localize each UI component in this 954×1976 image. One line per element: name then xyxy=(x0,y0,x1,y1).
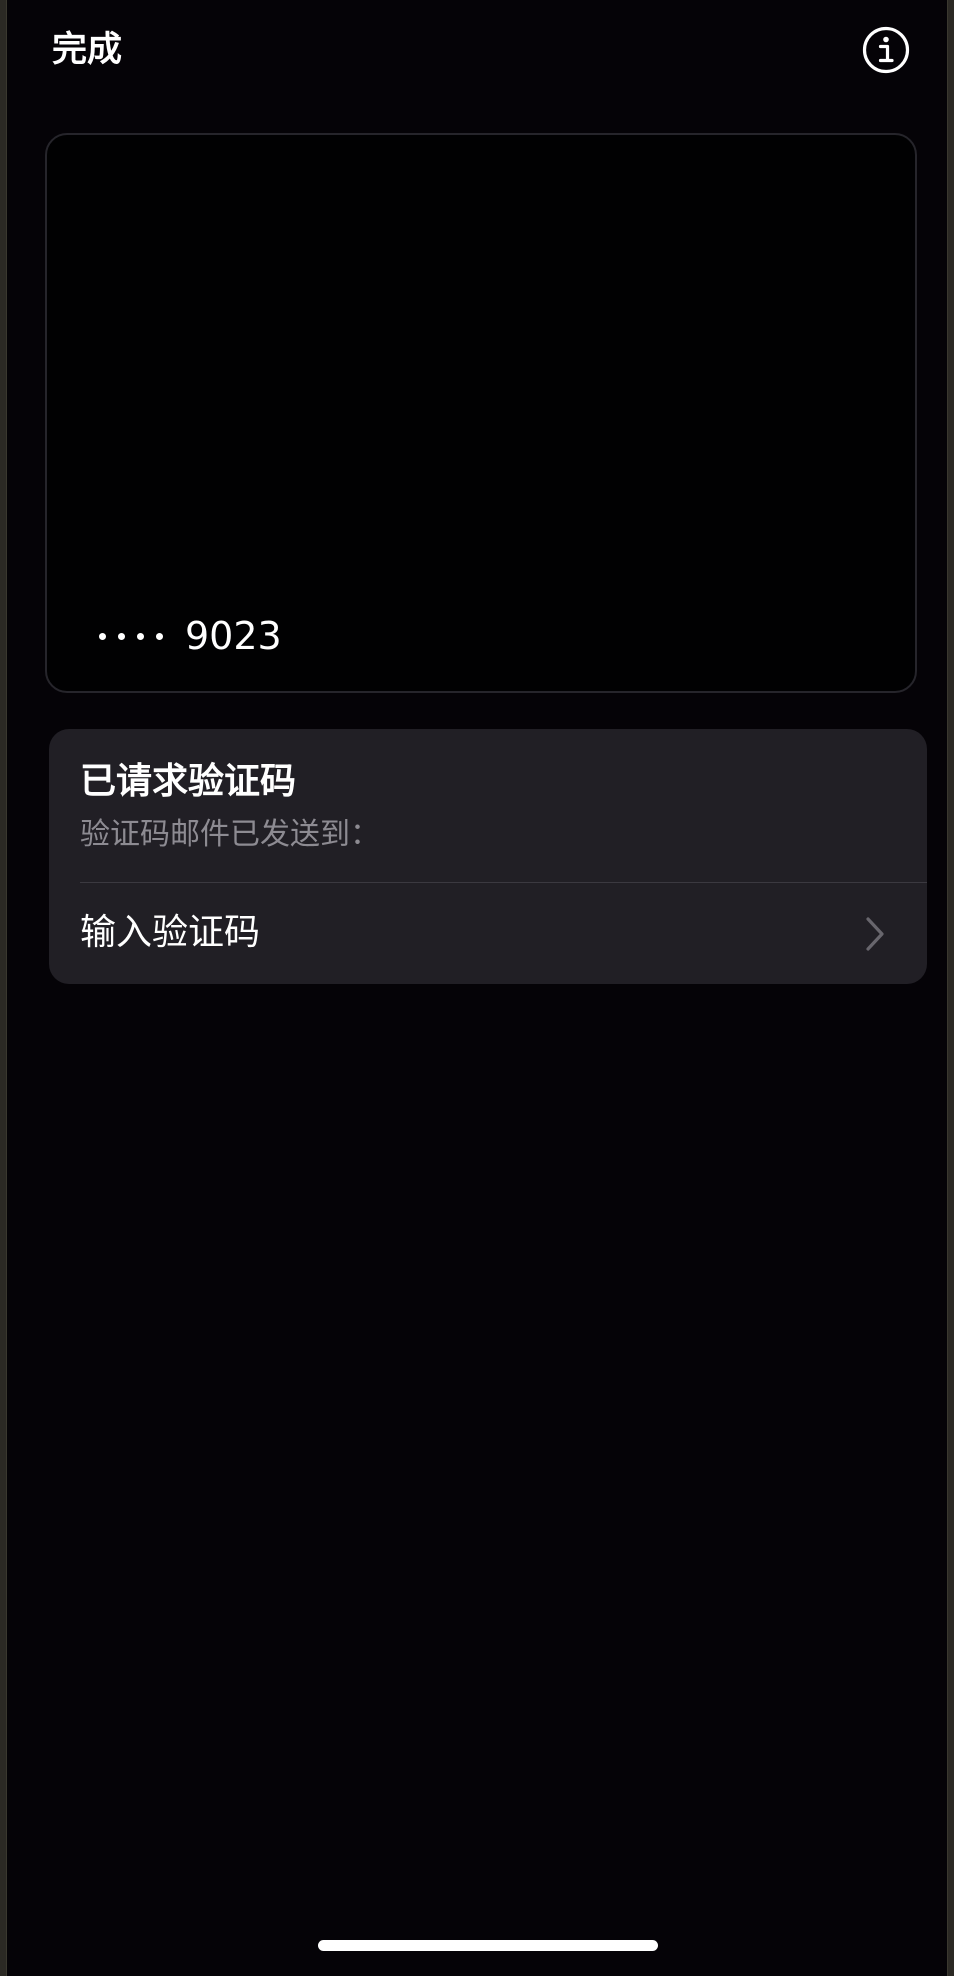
card-number: 9023 xyxy=(99,611,282,661)
enter-code-row[interactable]: 输入验证码 xyxy=(49,883,927,984)
payment-card: 9023 xyxy=(45,133,917,693)
verification-panel: 已请求验证码 验证码邮件已发送到： 输入验证码 xyxy=(49,729,927,984)
enter-code-label: 输入验证码 xyxy=(80,912,261,953)
done-button[interactable]: 完成 xyxy=(52,28,122,72)
chevron-right-icon xyxy=(866,917,884,951)
verification-title: 已请求验证码 xyxy=(80,761,297,802)
info-icon[interactable] xyxy=(860,24,912,76)
app-screen: 完成 9023 已请求验证码 验证码邮件已发送到： 输入验证码 xyxy=(6,0,948,1976)
verification-subtitle: 验证码邮件已发送到： xyxy=(80,817,380,852)
home-indicator xyxy=(318,1940,658,1951)
card-last-digits: 9023 xyxy=(185,614,282,658)
masked-card-dots xyxy=(99,632,163,640)
